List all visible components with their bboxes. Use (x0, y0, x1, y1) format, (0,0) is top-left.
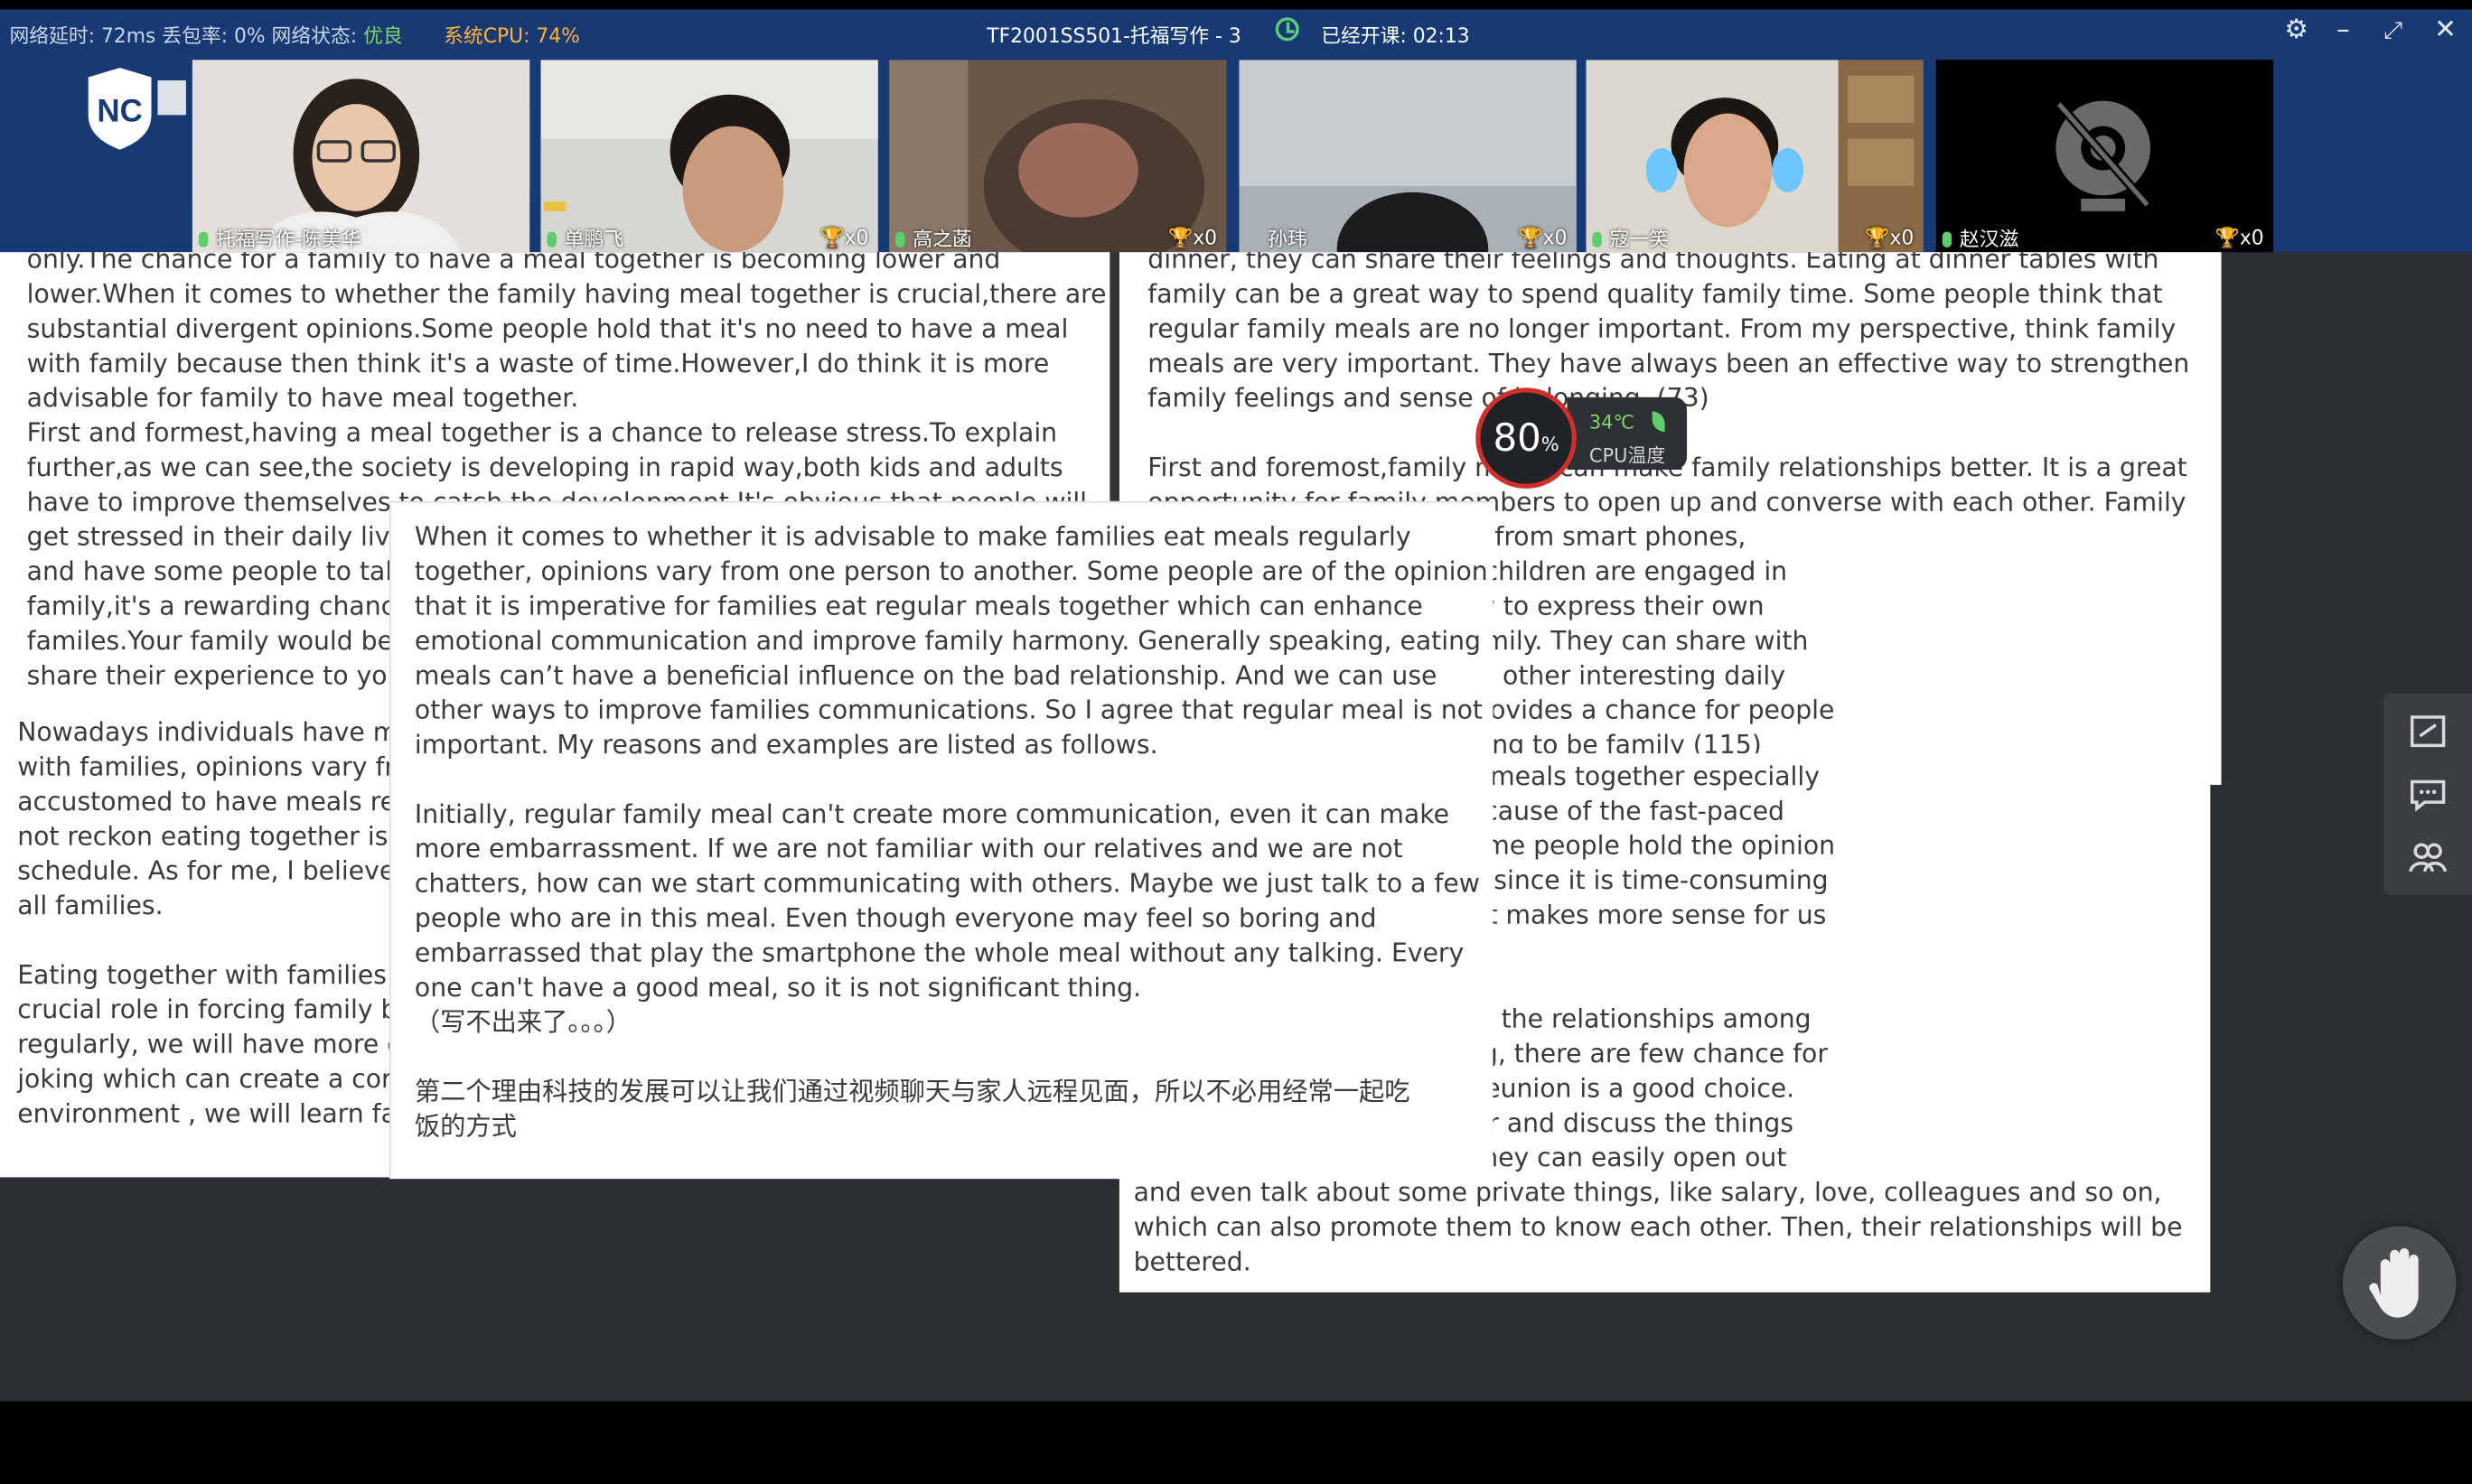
mic-icon (198, 231, 209, 247)
cpu-temperature-widget[interactable]: 34℃ CPU温度 80% (1475, 387, 1688, 489)
essay-line: When it comes to whether it is advisable… (414, 521, 1411, 552)
essay-line: substantial divergent opinions.Some peop… (26, 313, 1069, 344)
mic-icon (1592, 231, 1602, 247)
essay-line: 饭的方式 (414, 1111, 517, 1142)
video-tile-5[interactable]: 寇一笑 🏆x0 (1586, 60, 1924, 253)
network-quality: 优良 (363, 23, 403, 48)
essay-line: First and formest,having a meal together… (26, 417, 1058, 448)
bottom-bar (0, 1401, 2472, 1484)
essay-line: 第二个理由科技的发展可以让我们通过视频聊天与家人远程见面，所以不必用经常一起吃 (414, 1076, 1410, 1106)
mic-icon (547, 231, 557, 247)
mic-icon (895, 231, 905, 247)
essay-line: family can be a great way to spend quali… (1147, 278, 2163, 310)
participant-name: 孙玮 (1267, 227, 1307, 251)
essay-line: Initially, regular family meal can't cre… (414, 798, 1449, 829)
svg-text:NC: NC (97, 93, 142, 128)
essay-line: embarrassed that play the smartphone the… (414, 938, 1465, 968)
trophy-icon: 🏆 (2214, 225, 2240, 249)
close-icon[interactable]: ✕ (2434, 14, 2457, 46)
essay-line: emotional communication and improve fami… (414, 625, 1481, 656)
edit-board-icon[interactable] (2406, 709, 2450, 753)
essay-window-center[interactable]: When it comes to whether it is advisable… (389, 500, 1494, 1180)
trophy-icon: 🏆 (1168, 225, 1194, 249)
trophy-count: 🏆x0 (1865, 225, 1915, 249)
clock-icon (1275, 17, 1299, 42)
system-cpu: 系统CPU: 74% (444, 23, 580, 48)
restore-icon[interactable]: ⤢ (2383, 14, 2402, 46)
video-tile-teacher[interactable]: 托福写作-陈美华 (192, 60, 530, 253)
essay-line: （写不出来了。。。） (414, 1006, 632, 1038)
minimize-icon[interactable]: – (2336, 14, 2350, 46)
essay-line: bettered. (1133, 1246, 1251, 1277)
class-title: TF2001SS501-托福写作 - 3 (987, 23, 1241, 48)
essay-line: advisable for family to have meal togeth… (26, 383, 579, 414)
settings-gear-icon[interactable]: ⚙ (2284, 14, 2308, 46)
network-status: 网络延时: 72ms 丢包率: 0% 网络状态: 优良 系统CPU: 74% (9, 19, 579, 49)
essay-line: with family because then think it's a wa… (26, 348, 1050, 378)
trophy-icon: 🏆 (1865, 225, 1890, 249)
participant-name: 高之菡 (895, 222, 972, 252)
school-logo-icon: NC (88, 68, 186, 150)
trophy-count: 🏆x0 (1168, 225, 1218, 249)
cpu-usage-dial: 80% (1475, 387, 1577, 489)
raise-hand-button[interactable] (2342, 1226, 2457, 1340)
raise-hand-icon (2369, 1247, 2419, 1318)
essay-line: chatters, how can we start communicating… (414, 868, 1480, 899)
cpu-temp-panel: 34℃ CPU温度 (1567, 397, 1688, 470)
mic-icon (1942, 231, 1952, 247)
top-edge (0, 0, 2472, 10)
cpu-temp-label: CPU温度 (1588, 444, 1666, 467)
essay-line: other ways to improve families communica… (414, 695, 1483, 725)
video-tile-6[interactable]: 赵汉滋 🏆x0 (1935, 60, 2274, 253)
cpu-temp-value: 34℃ (1588, 411, 1635, 434)
essay-line: people who are in this meal. Even though… (414, 902, 1377, 933)
essay-line: regular family meals are no longer impor… (1147, 313, 2177, 344)
essay-line: only.The chance for a family to have a m… (26, 252, 1001, 275)
essay-line: which can also promote them to know each… (1133, 1211, 2183, 1242)
essay-line: together, opinions vary from one person … (414, 555, 1488, 587)
members-icon[interactable] (2406, 835, 2450, 880)
right-toolbar (2383, 693, 2472, 896)
video-tile-3[interactable]: 高之菡 🏆x0 (889, 60, 1227, 253)
trophy-count: 🏆x0 (2214, 225, 2264, 249)
essay-line: and even talk about some private things,… (1133, 1177, 2162, 1208)
essay-text: When it comes to whether it is advisable… (415, 520, 1494, 1144)
cpu-usage-value: 80 (1493, 415, 1541, 461)
network-label: 网络延时: 72ms 丢包率: 0% 网络状态: (9, 23, 358, 48)
participant-name: 赵汉滋 (1942, 222, 2018, 252)
leaf-icon (1652, 411, 1665, 433)
essay-line: more embarrassment. If we are not famili… (414, 834, 1403, 864)
trophy-count: 🏆x0 (1518, 225, 1568, 249)
participant-name: 托福写作-陈美华 (198, 222, 361, 252)
essay-line: dinner, they can share their feelings an… (1147, 252, 2159, 275)
video-tile-4[interactable]: 孙玮 🏆x0 (1239, 60, 1577, 253)
video-tile-2[interactable]: 单鹏飞 🏆x0 (540, 60, 878, 253)
title-bar: 网络延时: 72ms 丢包率: 0% 网络状态: 优良 系统CPU: 74% T… (0, 9, 2472, 54)
essay-line: meals are very important. They have alwa… (1147, 348, 2190, 378)
cpu-usage-unit: % (1540, 433, 1559, 456)
elapsed-time: 已经开课: 02:13 (1321, 23, 1470, 48)
chat-icon[interactable] (2406, 772, 2450, 817)
trophy-icon: 🏆 (819, 225, 845, 249)
essay-line: lower.When it comes to whether the famil… (26, 278, 1107, 310)
trophy-count: 🏆x0 (819, 225, 869, 249)
participant-name: 单鹏飞 (547, 222, 623, 252)
classroom-window: 网络延时: 72ms 丢包率: 0% 网络状态: 优良 系统CPU: 74% T… (0, 0, 2472, 1484)
trophy-icon: 🏆 (1518, 225, 1543, 249)
essay-line: meals can’t have a beneficial influence … (414, 660, 1437, 691)
participant-name: 寇一笑 (1592, 222, 1669, 252)
essay-line: further,as we can see,the society is dev… (26, 452, 1063, 482)
essay-line: important. My reasons and examples are l… (414, 729, 1158, 761)
essay-line (415, 763, 1494, 798)
essay-line (415, 1041, 1494, 1075)
essay-line: one can't have a good meal, so it is not… (414, 972, 1142, 1003)
essay-line: that it is imperative for families eat r… (414, 591, 1423, 621)
